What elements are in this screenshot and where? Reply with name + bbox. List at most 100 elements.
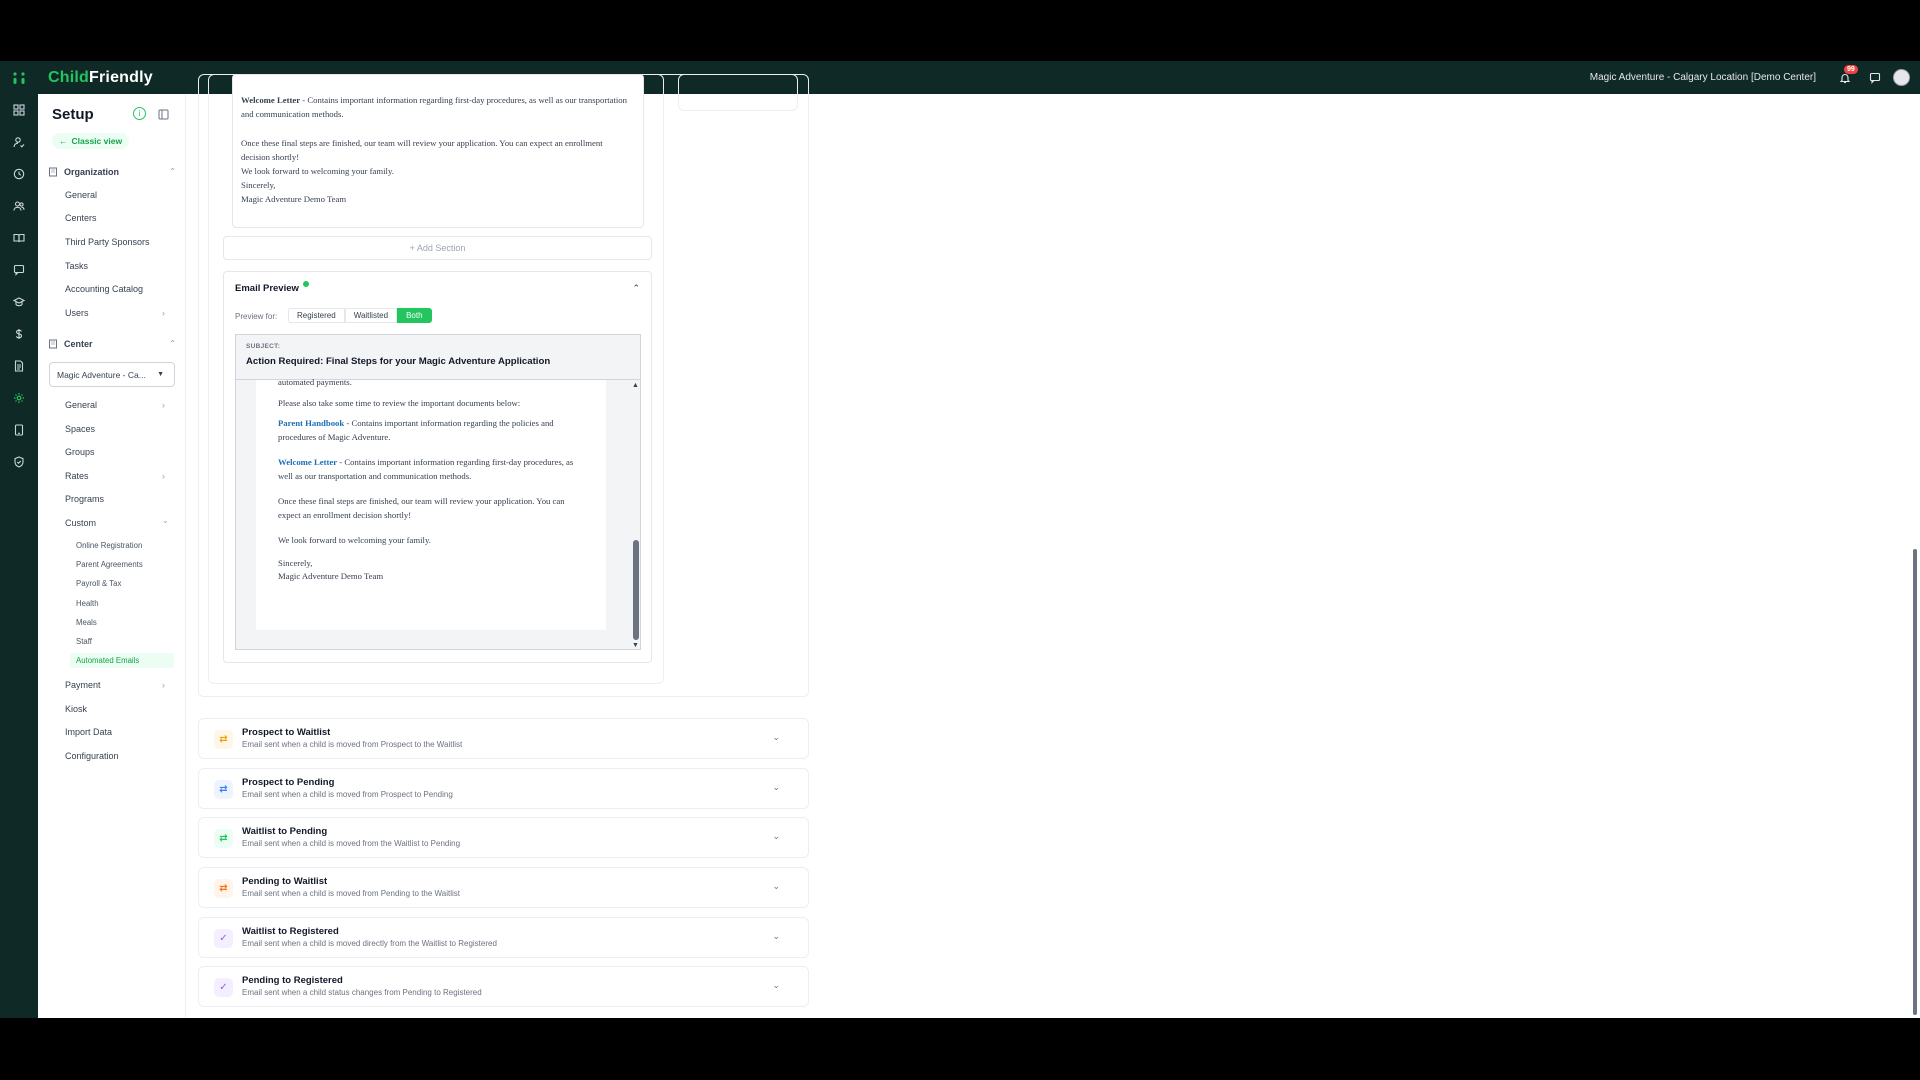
page-scroll-thumb[interactable] xyxy=(1913,549,1917,1015)
brand-logo[interactable]: ChildFriendly xyxy=(48,69,153,87)
accordion-title: Pending to Waitlist xyxy=(242,876,328,887)
nav-centers[interactable]: Centers xyxy=(65,213,97,223)
email-welcome-letter: Welcome Letter - Contains important info… xyxy=(278,457,574,481)
document-icon[interactable] xyxy=(0,350,38,382)
swap-icon: ⇄ xyxy=(219,883,228,894)
option-waitlisted[interactable]: Waitlisted xyxy=(344,308,398,323)
panel-toggle-icon[interactable] xyxy=(158,107,169,125)
email-preview-panel: Email Preview ⌃ Preview for: Registered … xyxy=(223,271,652,663)
accordion-prospect-to-pending[interactable]: ⇄ Prospect to Pending Email sent when a … xyxy=(198,768,809,809)
accordion-waitlist-to-registered[interactable]: ✓ Waitlist to Registered Email sent when… xyxy=(198,917,809,958)
center-select[interactable]: Magic Adventure - Ca... ▼ xyxy=(49,362,175,387)
nav-rates[interactable]: Rates xyxy=(65,471,89,481)
chevron-down-icon[interactable]: ⌄ xyxy=(772,980,780,991)
user-menu[interactable] xyxy=(1890,61,1920,94)
option-both[interactable]: Both xyxy=(397,308,432,323)
chevron-down-icon[interactable]: ⌄ xyxy=(772,732,780,743)
nav-groups[interactable]: Groups xyxy=(65,447,95,457)
messages-icon[interactable] xyxy=(1860,61,1890,94)
editor-sincerely: Sincerely, xyxy=(241,180,276,190)
nav-kiosk[interactable]: Kiosk xyxy=(65,704,87,714)
accordion-title: Pending to Registered xyxy=(242,975,343,986)
chat-icon[interactable] xyxy=(0,254,38,286)
info-icon[interactable]: i xyxy=(133,107,146,120)
scroll-up-arrow-icon[interactable]: ▲ xyxy=(632,382,639,389)
location-selector[interactable]: Magic Adventure - Calgary Location [Demo… xyxy=(1590,72,1816,83)
option-registered[interactable]: Registered xyxy=(288,308,345,323)
user-check-icon[interactable] xyxy=(0,126,38,158)
chevron-down-icon[interactable]: ⌄ xyxy=(772,782,780,793)
shield-icon[interactable] xyxy=(0,446,38,478)
acc-icon-2: ⇄ xyxy=(214,829,233,848)
nav-spaces[interactable]: Spaces xyxy=(65,424,95,434)
nav-org-general[interactable]: General xyxy=(65,190,97,200)
nav-third-party-sponsors[interactable]: Third Party Sponsors xyxy=(65,237,150,247)
accordion-waitlist-to-pending[interactable]: ⇄ Waitlist to Pending Email sent when a … xyxy=(198,817,809,858)
chevron-down-icon: ⌄ xyxy=(162,516,169,525)
email-sincerely: Sincerely, xyxy=(278,558,313,568)
accordion-prospect-to-waitlist[interactable]: ⇄ Prospect to Waitlist Email sent when a… xyxy=(198,718,809,759)
swap-icon: ⇄ xyxy=(219,833,228,844)
chevron-down-icon[interactable]: ⌄ xyxy=(772,881,780,892)
section-organization[interactable]: Organization ⌃ xyxy=(48,167,176,177)
left-rail xyxy=(0,94,38,1018)
page-scrollbar[interactable] xyxy=(1910,94,1920,1018)
apps-grid-icon[interactable] xyxy=(0,61,38,94)
users-icon[interactable] xyxy=(0,190,38,222)
swap-icon: ⇄ xyxy=(219,734,228,745)
dollar-icon[interactable] xyxy=(0,318,38,350)
accordion-pending-to-waitlist[interactable]: ⇄ Pending to Waitlist Email sent when a … xyxy=(198,867,809,908)
side-panel-card xyxy=(678,74,798,111)
chevron-down-icon[interactable]: ⌄ xyxy=(772,831,780,842)
email-line-cut: automated payments. xyxy=(278,377,352,387)
accordion-pending-to-registered[interactable]: ✓ Pending to Registered Email sent when … xyxy=(198,966,809,1007)
scroll-down-arrow-icon[interactable]: ▼ xyxy=(632,642,639,649)
accordion-title: Prospect to Pending xyxy=(242,777,335,788)
nav-tasks[interactable]: Tasks xyxy=(65,261,88,271)
section-center[interactable]: Center ⌃ xyxy=(48,339,176,349)
chevron-up-icon[interactable]: ⌃ xyxy=(632,283,640,294)
welcome-letter-link[interactable]: Welcome Letter xyxy=(278,457,337,467)
chevron-right-icon: › xyxy=(162,308,165,318)
clock-icon[interactable] xyxy=(0,158,38,190)
acc-icon-0: ⇄ xyxy=(214,730,233,749)
email-final-steps: Once these final steps are finished, our… xyxy=(278,496,565,520)
notifications-bell-icon[interactable]: 99 xyxy=(1830,61,1860,94)
parent-handbook-link[interactable]: Parent Handbook xyxy=(278,418,344,428)
dashboard-icon[interactable] xyxy=(0,94,38,126)
nav-center-general[interactable]: General xyxy=(65,400,97,410)
tablet-icon[interactable] xyxy=(0,414,38,446)
book-icon[interactable] xyxy=(0,222,38,254)
nav-payment[interactable]: Payment xyxy=(65,680,101,690)
email-body-scroll[interactable]: automated payments. Please also take som… xyxy=(236,377,640,649)
caret-down-icon: ▼ xyxy=(157,371,164,378)
preview-for-label: Preview for: xyxy=(235,312,278,321)
nav-accounting-catalog[interactable]: Accounting Catalog xyxy=(65,284,143,294)
nav-import-data[interactable]: Import Data xyxy=(65,727,112,737)
building-icon xyxy=(49,167,57,177)
nav-parent-agreements[interactable]: Parent Agreements xyxy=(76,560,143,569)
email-forward: We look forward to welcoming your family… xyxy=(278,535,431,545)
nav-staff[interactable]: Staff xyxy=(76,637,92,646)
nav-configuration[interactable]: Configuration xyxy=(65,751,119,761)
page-title: Setup xyxy=(52,106,94,123)
nav-online-registration[interactable]: Online Registration xyxy=(76,541,142,550)
nav-custom[interactable]: Custom xyxy=(65,518,96,528)
settings-gear-icon[interactable] xyxy=(0,382,38,414)
classic-view-button[interactable]: ← Classic view xyxy=(52,133,130,149)
scroll-thumb[interactable] xyxy=(633,540,639,640)
chevron-down-icon[interactable]: ⌄ xyxy=(772,931,780,942)
avatar xyxy=(1892,69,1910,86)
main-content: Welcome Letter - Contains important info… xyxy=(186,74,1920,1018)
nav-health[interactable]: Health xyxy=(76,599,99,608)
email-body-editor[interactable]: Welcome Letter - Contains important info… xyxy=(232,74,644,228)
nav-meals[interactable]: Meals xyxy=(76,618,97,627)
add-section-button[interactable]: + Add Section xyxy=(223,236,652,260)
email-preview-title: Email Preview xyxy=(235,283,299,294)
nav-automated-emails[interactable]: Automated Emails xyxy=(70,653,174,668)
graduation-cap-icon[interactable] xyxy=(0,286,38,318)
preview-scrollbar[interactable]: ▲ ▼ xyxy=(631,380,640,649)
nav-programs[interactable]: Programs xyxy=(65,494,104,504)
nav-users[interactable]: Users xyxy=(65,308,89,318)
nav-payroll-tax[interactable]: Payroll & Tax xyxy=(76,579,121,588)
